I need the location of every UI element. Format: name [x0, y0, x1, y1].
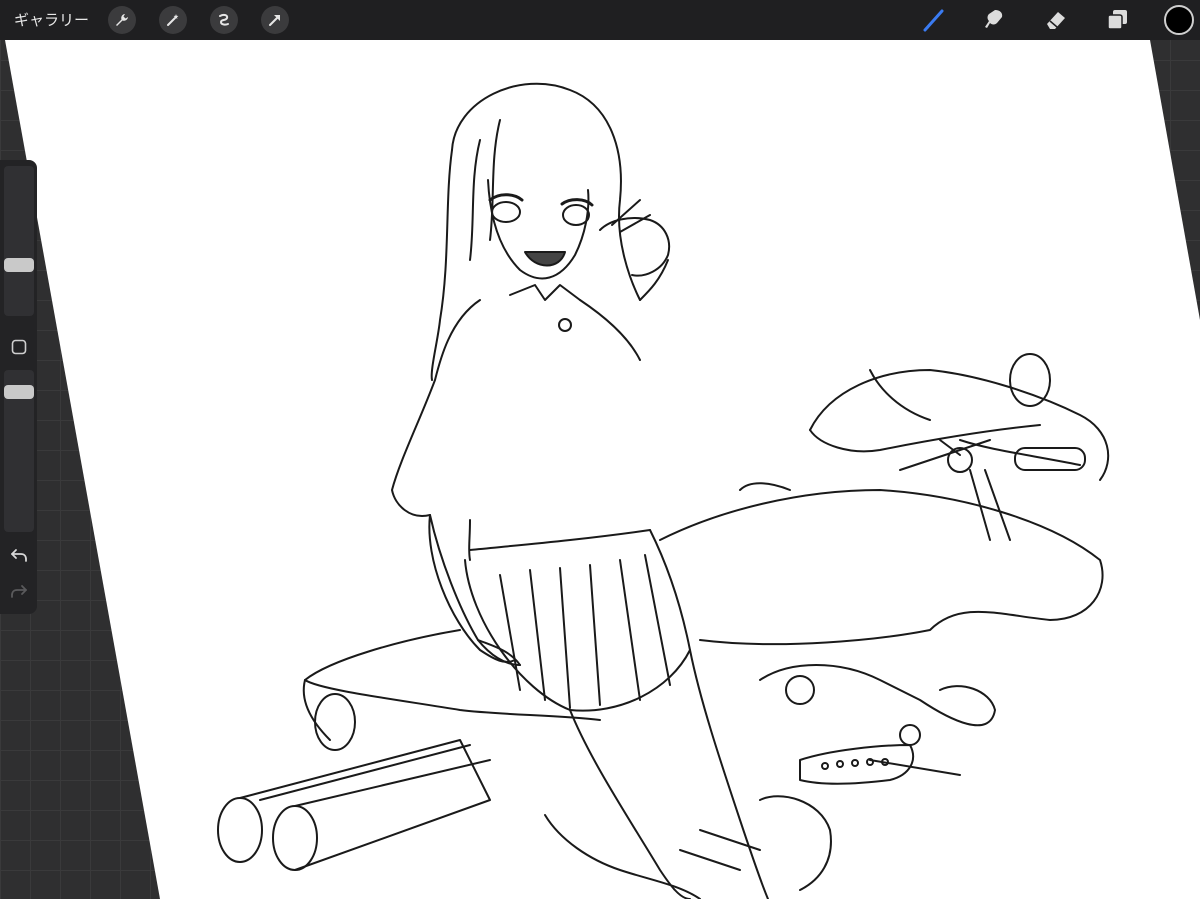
brush-size-thumb[interactable] [4, 258, 34, 272]
opacity-thumb[interactable] [4, 385, 34, 399]
color-picker-button[interactable] [1164, 5, 1194, 35]
gallery-button[interactable]: ギャラリー [14, 10, 89, 30]
square-icon [11, 339, 27, 355]
smudge-icon[interactable] [978, 4, 1010, 36]
brush-icon[interactable] [918, 4, 950, 36]
modify-button[interactable] [4, 334, 34, 360]
layers-icon[interactable] [1101, 4, 1133, 36]
left-sidebar [0, 160, 37, 614]
brush-size-slider[interactable] [4, 166, 34, 316]
drawing-canvas[interactable] [0, 40, 1200, 899]
eraser-icon[interactable] [1040, 4, 1072, 36]
top-toolbar: ギャラリー [0, 0, 1200, 40]
wrench-icon[interactable] [108, 6, 136, 34]
magic-wand-icon[interactable] [159, 6, 187, 34]
undo-button[interactable] [4, 542, 34, 568]
undo-icon [11, 549, 27, 562]
transform-arrow-icon[interactable] [261, 6, 289, 34]
redo-button[interactable] [4, 578, 34, 604]
redo-icon [11, 585, 27, 598]
selection-icon[interactable] [210, 6, 238, 34]
